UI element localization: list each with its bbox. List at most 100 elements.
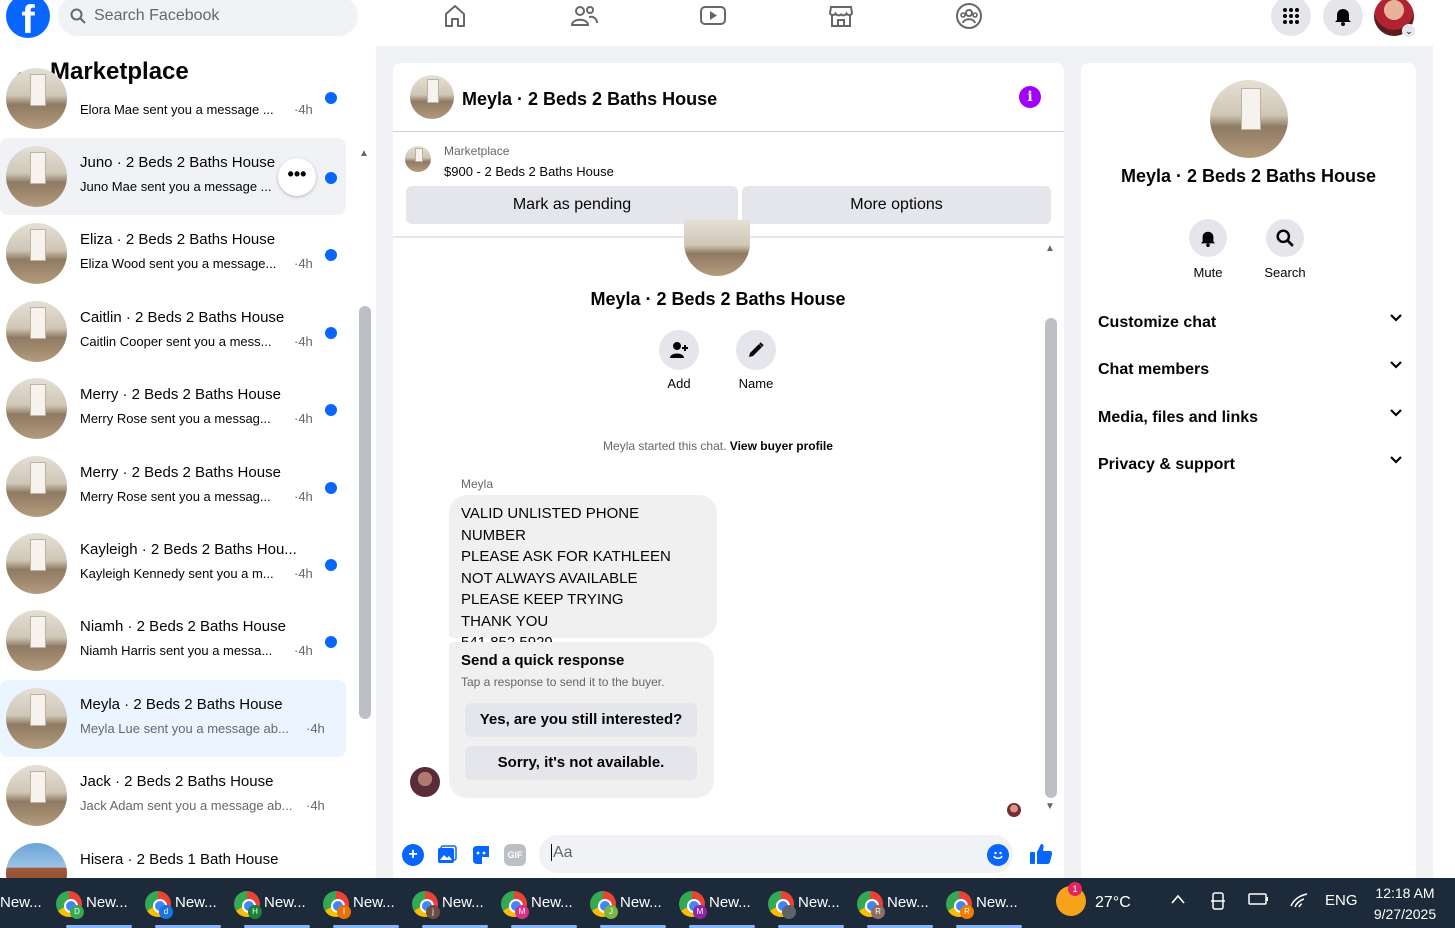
account-chevron-icon[interactable]: ⌄ — [1402, 24, 1416, 38]
temperature[interactable]: 27°C — [1095, 894, 1131, 912]
chat-scrollbar[interactable] — [1045, 318, 1057, 798]
show-hidden-icons-icon[interactable] — [1170, 892, 1186, 909]
conversation-title: Juno · 2 Beds 2 Baths House — [80, 154, 276, 171]
conversation-item[interactable]: Merry · 2 Beds 2 Baths House Merry Rose s… — [0, 448, 346, 525]
friends-icon[interactable] — [569, 2, 599, 30]
conversation-item[interactable]: Hisera · 2 Beds 1 Bath House — [0, 835, 346, 878]
weather-icon[interactable]: 1 — [1056, 882, 1086, 916]
info-icon[interactable]: i — [1019, 86, 1041, 108]
listing-thumbnail[interactable] — [405, 146, 431, 172]
conversation-item[interactable]: Elora Mae sent you a message ... ·4h — [0, 68, 346, 130]
taskbar-chrome-window[interactable]: J New... — [590, 878, 676, 928]
taskbar-chrome-window[interactable]: D New... — [56, 878, 142, 928]
conversation-preview: Merry Rose sent you a messag... — [80, 488, 271, 504]
chat-members-row[interactable]: Chat members — [1098, 353, 1403, 393]
unread-dot — [325, 636, 337, 649]
conversation-item[interactable]: Niamh · 2 Beds 2 Baths House Niamh Harris… — [0, 602, 346, 679]
taskbar-item-label: New... — [798, 894, 840, 911]
chat-title[interactable]: Meyla · 2 Beds 2 Baths House — [462, 89, 717, 110]
notifications-bell-icon[interactable] — [1323, 0, 1363, 36]
conversation-preview: Kayleigh Kennedy sent you a m... — [80, 566, 274, 581]
listing-price-title[interactable]: $900 - 2 Beds 2 Baths House — [444, 164, 614, 179]
conversation-item[interactable]: Meyla · 2 Beds 2 Baths House Meyla Lue se… — [0, 679, 346, 757]
conversation-item[interactable]: Kayleigh · 2 Beds 2 Baths Hou... Kayleigh… — [0, 525, 346, 602]
emoji-icon[interactable] — [987, 844, 1009, 866]
thumbs-up-icon[interactable] — [1028, 841, 1054, 867]
menu-grid-icon[interactable] — [1271, 0, 1311, 36]
sticker-icon[interactable] — [470, 844, 492, 866]
taskbar-item-label: New... — [976, 894, 1018, 911]
language-indicator[interactable]: ENG — [1325, 892, 1358, 909]
chat-details-thumbnail[interactable] — [1210, 80, 1288, 158]
conversation-title: Merry · 2 Beds 2 Baths House — [80, 386, 281, 404]
conversation-item[interactable]: Jack · 2 Beds 2 Baths House Jack Adam sen… — [0, 757, 346, 834]
chevron-down-icon — [1389, 452, 1403, 471]
incoming-message-bubble[interactable]: VALID UNLISTED PHONE NUMBER PLEASE ASK F… — [449, 495, 717, 651]
taskbar-chrome-window[interactable]: H New... — [234, 878, 320, 928]
chat-thumbnail[interactable] — [410, 75, 454, 119]
taskbar-chrome-window[interactable]: d New... — [145, 878, 231, 928]
photo-icon[interactable] — [436, 844, 458, 866]
home-icon[interactable] — [440, 2, 470, 30]
taskbar-chrome-window[interactable]: j New... — [412, 878, 498, 928]
unread-dot — [325, 404, 337, 417]
conversation-more-options-button[interactable]: ••• — [278, 158, 316, 196]
system-clock[interactable]: 12:18 AM 9/27/2025 — [1368, 883, 1442, 925]
taskbar-item-label: New... — [442, 894, 484, 911]
conversation-item[interactable]: Juno · 2 Beds 2 Baths House Juno Mae sent… — [0, 138, 346, 215]
message-input[interactable]: Aa — [539, 835, 1013, 873]
privacy-support-row[interactable]: Privacy & support — [1098, 448, 1403, 488]
media-files-links-row[interactable]: Media, files and links — [1098, 401, 1403, 441]
chat-scroll-down-arrow-icon[interactable]: ▼ — [1045, 801, 1055, 812]
quick-reply-not-available-button[interactable]: Sorry, it's not available. — [465, 746, 697, 780]
add-people-button[interactable]: Add — [649, 330, 709, 391]
video-icon[interactable] — [698, 2, 728, 30]
sender-avatar[interactable] — [410, 767, 440, 797]
battery-icon[interactable] — [1248, 892, 1270, 910]
name-chat-button[interactable]: Name — [726, 330, 786, 391]
taskbar-chrome-window[interactable]: M New... — [501, 878, 587, 928]
mute-label: Mute — [1193, 265, 1223, 280]
chat-details-title: Meyla · 2 Beds 2 Baths House — [1120, 166, 1377, 186]
conversation-item[interactable]: Caitlin · 2 Beds 2 Baths House Caitlin Co… — [0, 293, 346, 370]
taskbar-item-label[interactable]: New... — [0, 894, 42, 911]
conversation-preview: Elora Mae sent you a message ... — [80, 102, 274, 117]
groups-icon[interactable] — [954, 2, 984, 30]
conversation-item[interactable]: Eliza · 2 Beds 2 Baths House Eliza Wood s… — [0, 215, 346, 292]
quick-reply-still-interested-button[interactable]: Yes, are you still interested? — [465, 703, 697, 737]
taskbar-chrome-window[interactable]: R New... — [857, 878, 943, 928]
account-avatar[interactable]: ⌄ — [1374, 0, 1416, 38]
chat-header: Meyla · 2 Beds 2 Baths House i — [393, 63, 1064, 132]
chat-scroll-up-arrow-icon[interactable]: ▲ — [1045, 243, 1055, 254]
gif-icon[interactable]: GIF — [504, 844, 526, 866]
taskbar-chrome-window[interactable]: R New... — [946, 878, 1032, 928]
mark-as-pending-button[interactable]: Mark as pending — [406, 186, 738, 224]
clock-date: 9/27/2025 — [1373, 906, 1437, 922]
page-scrollbar-track[interactable] — [1433, 0, 1455, 878]
taskbar-chrome-window[interactable]: I New... — [323, 878, 409, 928]
profile-badge: H — [248, 905, 262, 919]
more-options-button[interactable]: More options — [742, 186, 1051, 224]
scroll-up-arrow-icon[interactable]: ▲ — [359, 148, 369, 159]
listing-thumbnail — [6, 223, 67, 285]
view-buyer-profile-link[interactable]: View buyer profile — [730, 439, 833, 453]
unread-dot — [325, 326, 337, 339]
conversation-preview: Jack Adam sent you a message ab... — [80, 798, 293, 814]
seen-receipt-avatar — [1007, 803, 1021, 817]
mute-button[interactable]: Mute — [1178, 219, 1238, 280]
quick-response-title: Send a quick response — [461, 652, 625, 669]
customize-chat-row[interactable]: Customize chat — [1098, 306, 1403, 346]
conversation-title: Jack · 2 Beds 2 Baths House — [80, 773, 274, 791]
search-facebook-input[interactable]: Search Facebook — [58, 0, 358, 36]
plus-icon[interactable]: + — [402, 844, 424, 866]
sidebar-scrollbar[interactable] — [359, 306, 371, 719]
search-in-chat-button[interactable]: Search — [1255, 219, 1315, 280]
marketplace-icon[interactable] — [826, 2, 856, 30]
facebook-logo[interactable]: f — [6, 0, 50, 38]
taskbar-chrome-window[interactable]: New... — [768, 878, 854, 928]
conversation-item[interactable]: Merry · 2 Beds 2 Baths House Merry Rose s… — [0, 370, 346, 447]
conversation-time: ·4h — [294, 566, 313, 581]
taskbar-chrome-window[interactable]: M New... — [679, 878, 765, 928]
wifi-icon[interactable] — [1289, 892, 1309, 912]
meet-now-icon[interactable] — [1210, 892, 1226, 914]
